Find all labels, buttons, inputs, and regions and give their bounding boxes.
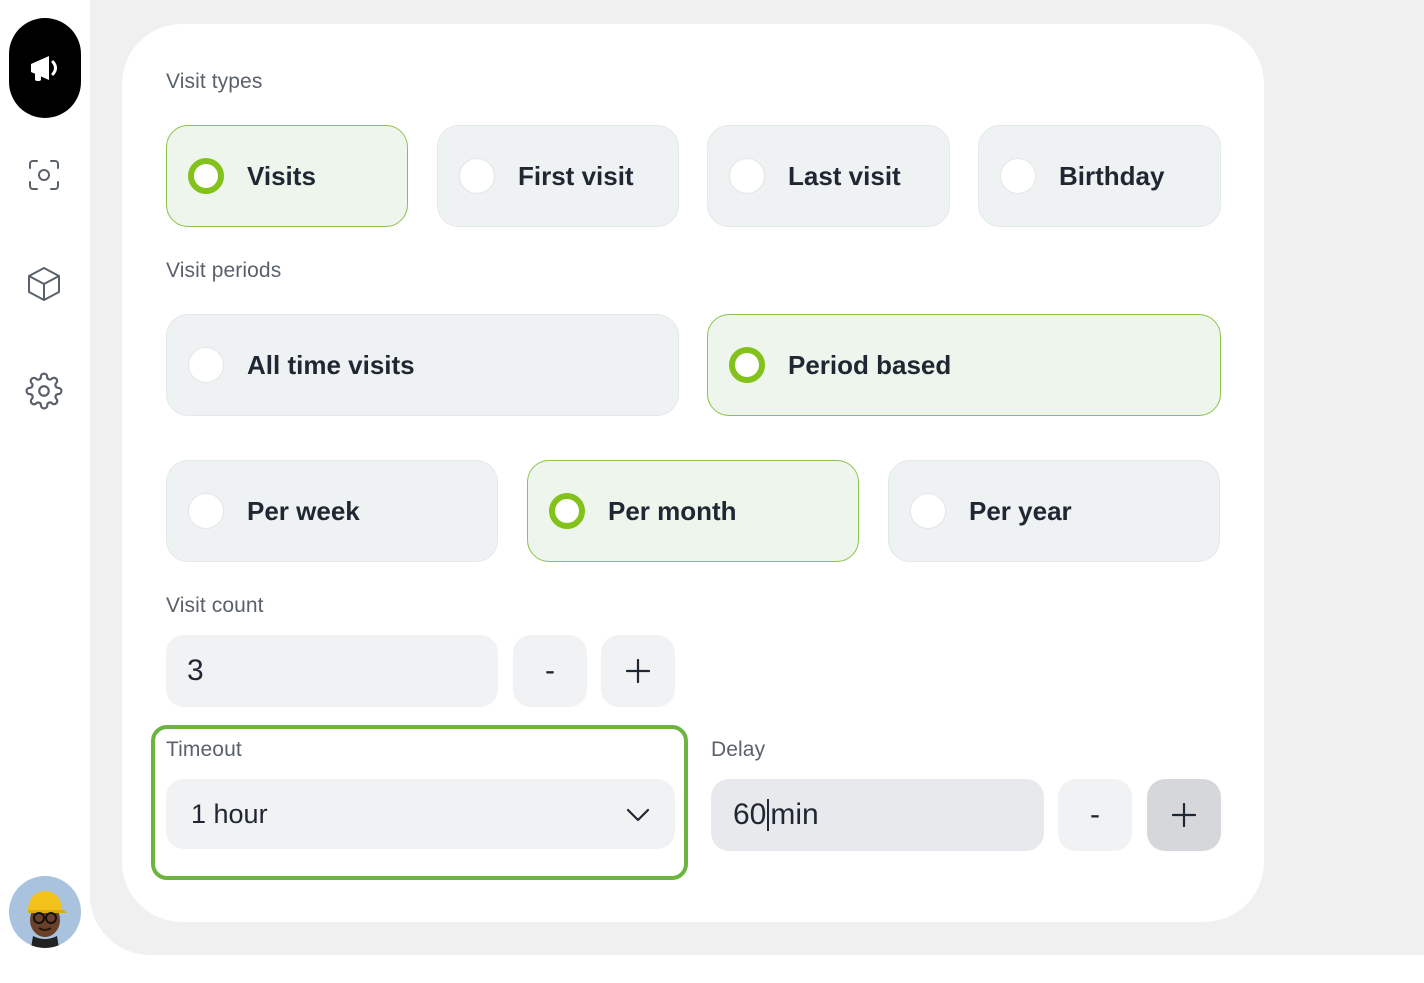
visit-count-increment-button[interactable] — [601, 635, 675, 707]
option-per-month[interactable]: Per month — [527, 460, 859, 562]
option-label: Per year — [969, 495, 1072, 526]
avatar[interactable] — [9, 876, 81, 948]
timeout-value: 1 hour — [191, 798, 268, 829]
visit-count-input[interactable]: 3 — [166, 635, 498, 707]
delay-label: Delay — [711, 738, 766, 761]
radio-icon — [188, 158, 224, 194]
visit-count-value: 3 — [187, 654, 204, 687]
radio-icon — [549, 493, 585, 529]
radio-icon — [459, 158, 495, 194]
plus-icon — [625, 658, 651, 684]
radio-icon — [188, 493, 224, 529]
option-all-time-visits[interactable]: All time visits — [166, 314, 679, 416]
option-label: First visit — [518, 160, 634, 191]
radio-icon — [1000, 158, 1036, 194]
delay-increment-button[interactable] — [1147, 779, 1221, 851]
gear-icon[interactable] — [22, 369, 66, 413]
radio-icon — [729, 347, 765, 383]
cube-icon[interactable] — [22, 262, 66, 306]
option-label: All time visits — [247, 349, 415, 380]
option-label: Visits — [247, 160, 316, 191]
chevron-down-icon — [626, 808, 650, 822]
option-label: Per week — [247, 495, 360, 526]
delay-decrement-button[interactable]: - — [1058, 779, 1132, 851]
option-per-year[interactable]: Per year — [888, 460, 1220, 562]
option-last-visit[interactable]: Last visit — [707, 125, 950, 227]
delay-value: 60 — [733, 798, 767, 831]
sidebar — [0, 0, 90, 983]
option-per-week[interactable]: Per week — [166, 460, 498, 562]
option-visits[interactable]: Visits — [166, 125, 408, 227]
radio-icon — [188, 347, 224, 383]
option-birthday[interactable]: Birthday — [978, 125, 1221, 227]
radio-icon — [910, 493, 946, 529]
megaphone-icon[interactable] — [9, 18, 81, 118]
visit-types-label: Visit types — [166, 70, 263, 93]
delay-unit: min — [770, 798, 819, 831]
visit-count-decrement-button[interactable]: - — [513, 635, 587, 707]
text-cursor — [767, 799, 770, 831]
option-first-visit[interactable]: First visit — [437, 125, 679, 227]
radio-icon — [729, 158, 765, 194]
option-label: Period based — [788, 349, 952, 380]
timeout-select[interactable]: 1 hour — [166, 779, 675, 849]
timeout-label: Timeout — [166, 738, 242, 761]
visit-periods-label: Visit periods — [166, 259, 282, 282]
delay-input[interactable]: 60 min — [711, 779, 1044, 851]
option-label: Per month — [608, 495, 737, 526]
plus-icon — [1171, 802, 1197, 828]
option-label: Last visit — [788, 160, 901, 191]
option-label: Birthday — [1059, 160, 1165, 191]
scan-icon[interactable] — [22, 153, 66, 197]
option-period-based[interactable]: Period based — [707, 314, 1221, 416]
visit-count-label: Visit count — [166, 594, 264, 617]
